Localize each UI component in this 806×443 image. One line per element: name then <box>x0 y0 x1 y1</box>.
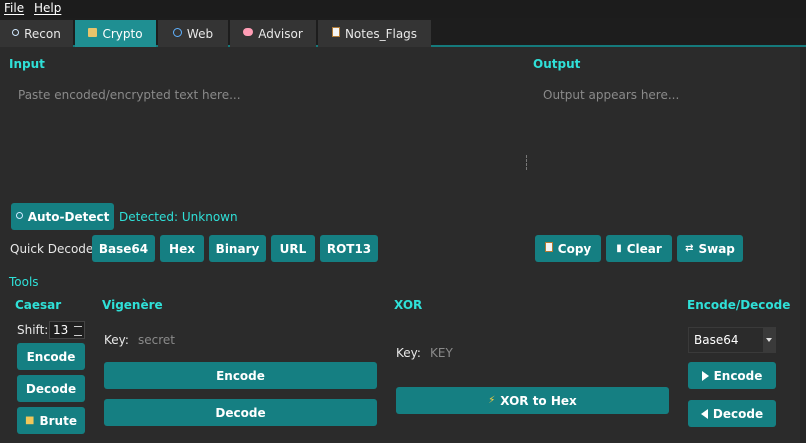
tab-label: Recon <box>24 26 61 41</box>
tools-label: Tools <box>9 275 39 289</box>
reverse-icon <box>700 408 708 419</box>
menu-bar: File Help <box>0 0 806 18</box>
play-icon <box>701 370 709 381</box>
input-placeholder: Paste encoded/encrypted text here... <box>18 88 241 102</box>
copy-label: Copy <box>557 241 592 256</box>
shift-label: Shift: <box>17 323 49 337</box>
quick-decode-label: Quick Decode: <box>10 242 98 256</box>
lightning-icon: ⚡ <box>488 395 496 406</box>
xor-title: XOR <box>394 298 423 312</box>
caesar-decode-button[interactable]: Decode <box>17 375 85 402</box>
clear-button[interactable]: ▮ Clear <box>606 235 672 262</box>
xor-key-label: Key: <box>396 346 421 360</box>
window-scrollbar[interactable] <box>800 47 806 443</box>
chevron-down-icon[interactable] <box>763 328 775 352</box>
tab-notes-flags[interactable]: Notes_Flags <box>318 20 431 47</box>
xor-key-placeholder: KEY <box>430 346 453 360</box>
vigenere-title: Vigenère <box>102 298 163 312</box>
swap-button[interactable]: ⇄ Swap <box>677 235 743 262</box>
pane-splitter[interactable] <box>526 155 528 170</box>
shift-spinbox[interactable]: 13 <box>49 321 85 339</box>
detected-status: Detected: Unknown <box>119 210 238 224</box>
search-icon <box>15 212 23 219</box>
tab-crypto[interactable]: Crypto <box>75 20 156 47</box>
vigenere-key-label: Key: <box>104 333 129 347</box>
tab-bar: Recon Crypto Web Advisor Notes_Flags <box>0 18 806 47</box>
input-label: Input <box>9 57 45 71</box>
menu-help[interactable]: Help <box>34 1 61 15</box>
output-placeholder: Output appears here... <box>543 88 680 102</box>
output-label: Output <box>533 57 581 71</box>
tab-label: Advisor <box>258 26 303 41</box>
brain-icon <box>243 28 254 36</box>
spin-arrows-icon[interactable] <box>74 326 82 336</box>
memo-icon <box>331 27 340 37</box>
swap-icon: ⇄ <box>685 243 694 254</box>
encoding-selected: Base64 <box>694 333 739 347</box>
globe-icon <box>172 27 182 37</box>
lock-icon: ■ <box>25 415 35 426</box>
decode-button[interactable]: Decode <box>688 400 776 427</box>
xor-to-hex-label: XOR to Hex <box>500 393 577 408</box>
decode-label: Decode <box>712 406 764 421</box>
xor-to-hex-button[interactable]: ⚡ XOR to Hex <box>396 387 669 414</box>
clear-label: Clear <box>626 241 662 256</box>
search-icon <box>12 29 20 36</box>
encode-button[interactable]: Encode <box>688 362 776 389</box>
encoding-select[interactable]: Base64 <box>688 327 776 353</box>
input-textarea[interactable]: Paste encoded/encrypted text here... <box>8 80 520 198</box>
book-icon <box>88 27 98 37</box>
clipboard-icon <box>544 242 553 252</box>
encode-decode-title: Encode/Decode <box>687 298 791 312</box>
tab-advisor[interactable]: Advisor <box>230 20 316 47</box>
quick-url-button[interactable]: URL <box>271 235 315 262</box>
vigenere-key-input[interactable]: secret <box>134 328 374 350</box>
tab-label: Crypto <box>102 26 143 41</box>
encode-label: Encode <box>713 368 763 383</box>
trash-icon: ▮ <box>616 243 622 254</box>
caesar-brute-button[interactable]: ■ Brute <box>17 407 85 434</box>
auto-detect-label: Auto-Detect <box>27 209 110 224</box>
output-textarea[interactable]: Output appears here... <box>533 80 795 198</box>
xor-key-input[interactable]: KEY <box>426 341 666 363</box>
caesar-encode-button[interactable]: Encode <box>17 343 85 370</box>
vigenere-decode-button[interactable]: Decode <box>104 399 377 426</box>
brute-label: Brute <box>39 413 77 428</box>
tab-label: Notes_Flags <box>344 26 418 41</box>
tab-web[interactable]: Web <box>158 20 228 47</box>
tab-label: Web <box>186 26 214 41</box>
swap-label: Swap <box>698 241 735 256</box>
tab-recon[interactable]: Recon <box>0 20 73 47</box>
caesar-title: Caesar <box>15 298 62 312</box>
vigenere-key-placeholder: secret <box>138 333 175 347</box>
quick-hex-button[interactable]: Hex <box>160 235 204 262</box>
vigenere-encode-button[interactable]: Encode <box>104 362 377 389</box>
quick-binary-button[interactable]: Binary <box>209 235 266 262</box>
menu-file[interactable]: File <box>4 1 24 15</box>
auto-detect-button[interactable]: Auto-Detect <box>11 203 114 230</box>
shift-value: 13 <box>53 323 69 337</box>
quick-base64-button[interactable]: Base64 <box>92 235 155 262</box>
quick-rot13-button[interactable]: ROT13 <box>320 235 378 262</box>
copy-button[interactable]: Copy <box>535 235 601 262</box>
